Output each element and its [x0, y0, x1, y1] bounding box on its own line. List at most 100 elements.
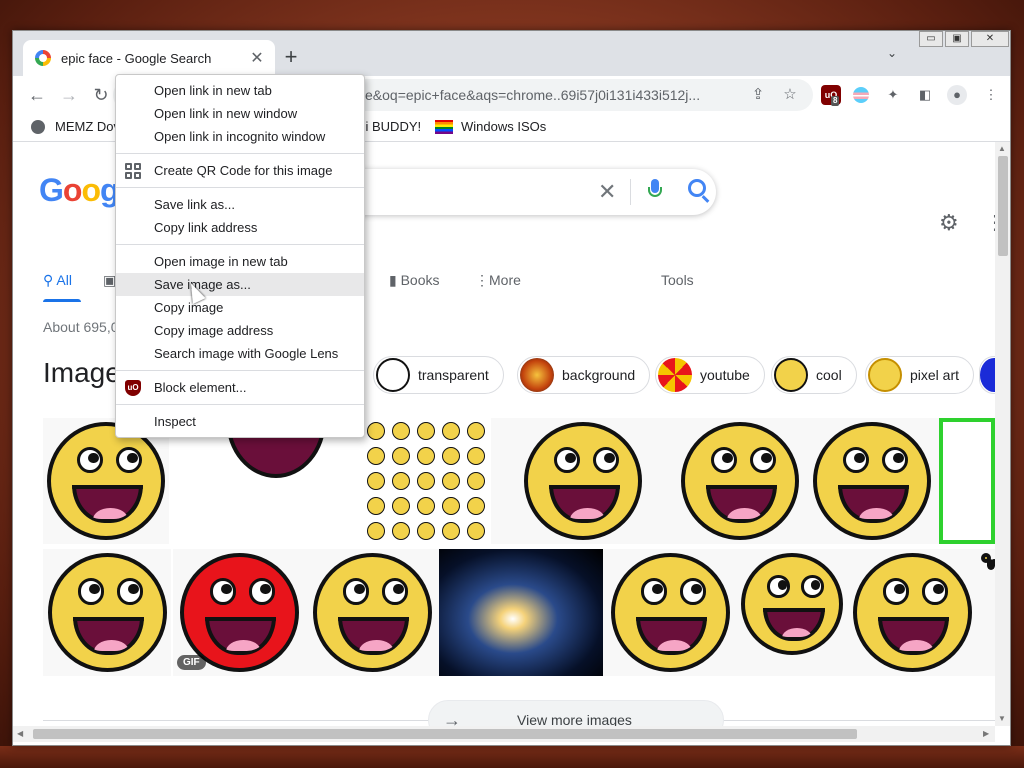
menu-label: Block element... — [154, 380, 247, 395]
vertical-scrollbar[interactable]: ▲ ▼ — [995, 142, 1010, 726]
google-logo[interactable]: Goog — [39, 172, 120, 209]
tab-close-icon[interactable]: ✕ — [245, 48, 269, 68]
chip-youtube[interactable]: youtube — [655, 356, 765, 394]
mini-face-icon — [392, 472, 410, 490]
mini-face-icon — [467, 497, 485, 515]
chip-pixel-art[interactable]: pixel art — [865, 356, 975, 394]
tab-search-chevron-icon[interactable]: ⌄ — [887, 46, 897, 60]
epic-face-icon — [681, 422, 799, 540]
tab-all[interactable]: ⚲ All — [43, 272, 72, 289]
mini-face-icon — [442, 472, 460, 490]
pride-extension-icon[interactable] — [851, 85, 871, 105]
menu-save-link-as[interactable]: Save link as... — [116, 193, 364, 216]
view-more-images-button[interactable]: → View more images — [428, 700, 724, 726]
tab-strip: epic face - Google Search ✕ + ⌄ ▭ ▣ ✕ — [13, 31, 1010, 76]
vertical-scroll-thumb[interactable] — [998, 156, 1008, 256]
bookmark-buddy[interactable]: zi BUDDY! — [359, 119, 421, 134]
restore-button[interactable]: ▣ — [945, 31, 969, 47]
horizontal-scrollbar[interactable]: ◀ ▶ — [13, 726, 995, 742]
menu-copy-link-address[interactable]: Copy link address — [116, 216, 364, 239]
menu-create-qr-code[interactable]: Create QR Code for this image — [116, 159, 364, 182]
scroll-down-arrow-icon[interactable]: ▼ — [998, 714, 1006, 723]
menu-open-image-new-tab[interactable]: Open image in new tab — [116, 250, 364, 273]
image-result-thumbnail[interactable] — [977, 549, 995, 676]
close-window-button[interactable]: ✕ — [971, 31, 1009, 47]
menu-label: Inspect — [154, 414, 196, 429]
mini-face-icon — [367, 447, 385, 465]
settings-gear-icon[interactable]: ⚙ — [939, 210, 959, 236]
tab-more[interactable]: ⋮More — [475, 272, 521, 289]
extensions-puzzle-icon[interactable]: ✦ — [883, 85, 903, 105]
side-panel-icon[interactable]: ◧ — [915, 85, 935, 105]
menu-copy-image[interactable]: Copy image — [116, 296, 364, 319]
bookmark-star-icon[interactable]: ☆ — [779, 84, 801, 106]
bookmark-label: zi BUDDY! — [359, 119, 422, 134]
scroll-left-arrow-icon[interactable]: ◀ — [17, 729, 23, 738]
image-result-thumbnail[interactable] — [675, 418, 805, 544]
menu-label: Open link in new window — [154, 106, 298, 121]
tab-label: All — [56, 272, 72, 288]
image-result-thumbnail[interactable] — [847, 549, 977, 676]
menu-open-link-new-tab[interactable]: Open link in new tab — [116, 79, 364, 102]
epic-face-icon — [524, 422, 642, 540]
images-section-heading: Image — [43, 357, 121, 388]
bookmark-windows-isos[interactable]: Windows ISOs — [435, 119, 546, 134]
menu-open-link-incognito[interactable]: Open link in incognito window — [116, 125, 364, 148]
result-count: About 695,0 — [43, 319, 119, 335]
image-result-thumbnail[interactable] — [305, 549, 439, 676]
mini-face-icon — [392, 422, 410, 440]
epic-face-icon — [813, 422, 931, 540]
image-result-thumbnail[interactable] — [805, 418, 939, 544]
tab-books[interactable]: ▮ Books — [389, 272, 440, 289]
menu-search-google-lens[interactable]: Search image with Google Lens — [116, 342, 364, 365]
menu-copy-image-address[interactable]: Copy image address — [116, 319, 364, 342]
menu-block-element[interactable]: uO Block element... — [116, 376, 364, 399]
clear-search-icon[interactable]: ✕ — [598, 179, 616, 205]
tab-epic-face[interactable]: epic face - Google Search ✕ — [23, 40, 275, 76]
mini-face-icon — [367, 522, 385, 540]
tab-tools[interactable]: Tools — [661, 272, 694, 288]
image-result-thumbnail[interactable] — [737, 549, 847, 676]
profile-avatar-icon[interactable]: ● — [947, 85, 967, 105]
chip-thumbnail — [980, 358, 995, 392]
new-tab-button[interactable]: + — [277, 44, 305, 72]
menu-inspect[interactable]: Inspect — [116, 410, 364, 433]
menu-open-link-new-window[interactable]: Open link in new window — [116, 102, 364, 125]
epic-face-icon — [312, 553, 432, 672]
ublock-extension-icon[interactable]: uO 8 — [821, 85, 841, 106]
share-icon[interactable]: ⇪ — [747, 84, 769, 106]
forward-button[interactable]: → — [55, 81, 83, 109]
minimize-button[interactable]: ▭ — [919, 31, 943, 47]
chip-cool[interactable]: cool — [771, 356, 857, 394]
chip-label: transparent — [418, 367, 489, 383]
image-result-thumbnail[interactable] — [43, 549, 171, 676]
apps-menu-icon[interactable]: ⋮ — [985, 210, 995, 235]
more-dots-icon: ⋮ — [475, 272, 489, 288]
mini-face-icon — [417, 497, 435, 515]
bookmark-memz[interactable]: MEMZ Dov — [31, 119, 120, 134]
mini-face-icon — [442, 447, 460, 465]
mini-face-icon — [392, 522, 410, 540]
chip-next[interactable] — [979, 356, 995, 394]
chrome-menu-icon[interactable]: ⋮ — [981, 85, 1001, 105]
image-result-thumbnail[interactable] — [439, 549, 603, 676]
horizontal-scroll-thumb[interactable] — [33, 729, 857, 739]
menu-save-image-as[interactable]: Save image as... — [116, 273, 364, 296]
chip-transparent[interactable]: transparent — [373, 356, 504, 394]
image-result-thumbnail[interactable] — [603, 549, 737, 676]
image-result-thumbnail[interactable] — [361, 418, 491, 544]
chip-thumbnail — [658, 358, 692, 392]
epic-face-icon — [47, 422, 165, 540]
voice-search-icon[interactable] — [648, 179, 662, 201]
scroll-up-arrow-icon[interactable]: ▲ — [998, 144, 1006, 153]
back-button[interactable]: ← — [23, 81, 51, 109]
mini-face-icon — [442, 522, 460, 540]
chip-background[interactable]: background — [517, 356, 651, 394]
chip-thumbnail — [774, 358, 808, 392]
image-result-thumbnail[interactable] — [939, 418, 995, 544]
ublock-badge: 8 — [831, 96, 840, 106]
search-icon[interactable] — [688, 179, 706, 197]
scroll-right-arrow-icon[interactable]: ▶ — [983, 729, 989, 738]
image-result-thumbnail[interactable] — [491, 418, 675, 544]
reload-button[interactable]: ↻ — [87, 81, 115, 109]
